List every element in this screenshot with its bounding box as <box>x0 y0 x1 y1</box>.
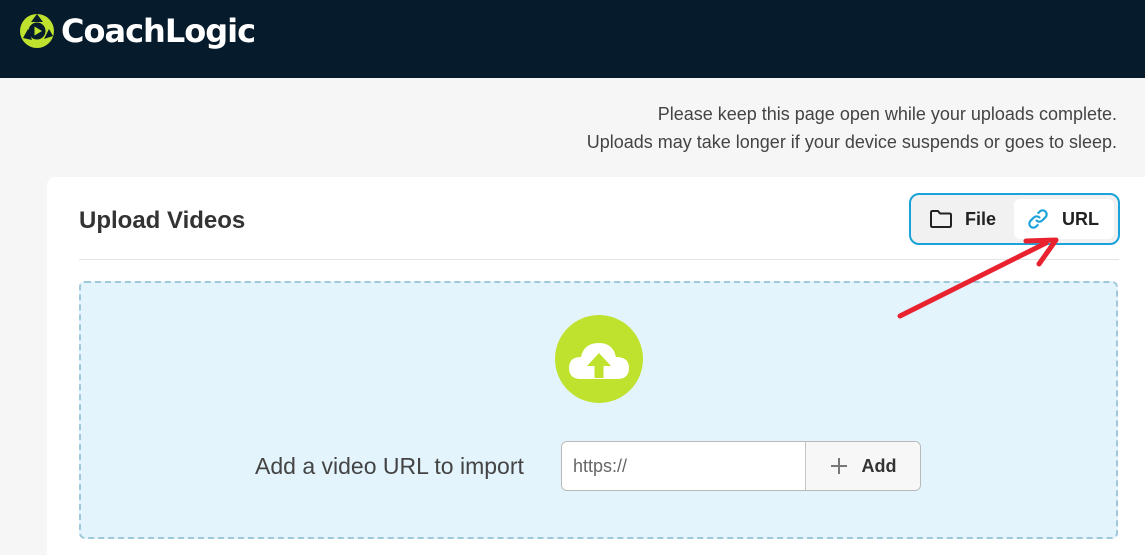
cloud-upload-icon <box>569 343 629 379</box>
title-divider <box>79 259 1119 260</box>
link-icon <box>1028 209 1048 229</box>
video-url-input[interactable] <box>562 442 805 490</box>
logo-mark-icon <box>20 14 54 48</box>
url-import-form: Add <box>561 441 921 491</box>
top-navbar: CoachLogic <box>0 0 1145 78</box>
add-url-button-label: Add <box>861 455 897 476</box>
file-source-label: File <box>965 208 997 229</box>
upload-videos-card: Upload Videos File URL Add a video URL t… <box>47 177 1145 555</box>
page-title: Upload Videos <box>79 207 246 234</box>
url-source-label: URL <box>1062 208 1100 229</box>
notice-line-2: Uploads may take longer if your device s… <box>586 132 1117 152</box>
upload-notice: Please keep this page open while your up… <box>587 100 1117 156</box>
coachlogic-logo[interactable]: CoachLogic <box>18 12 256 50</box>
url-import-dropzone[interactable]: Add a video URL to import Add <box>79 281 1118 539</box>
add-url-button[interactable]: Add <box>805 442 920 490</box>
file-source-button[interactable]: File <box>915 199 1014 239</box>
import-url-label: Add a video URL to import <box>255 453 524 479</box>
folder-icon <box>930 210 952 228</box>
url-source-button[interactable]: URL <box>1014 199 1114 239</box>
upload-badge <box>555 315 643 403</box>
notice-line-1: Please keep this page open while your up… <box>657 104 1117 124</box>
upload-source-toggle: File URL <box>909 193 1120 245</box>
plus-icon <box>830 458 847 474</box>
brand-name: CoachLogic <box>61 12 256 50</box>
